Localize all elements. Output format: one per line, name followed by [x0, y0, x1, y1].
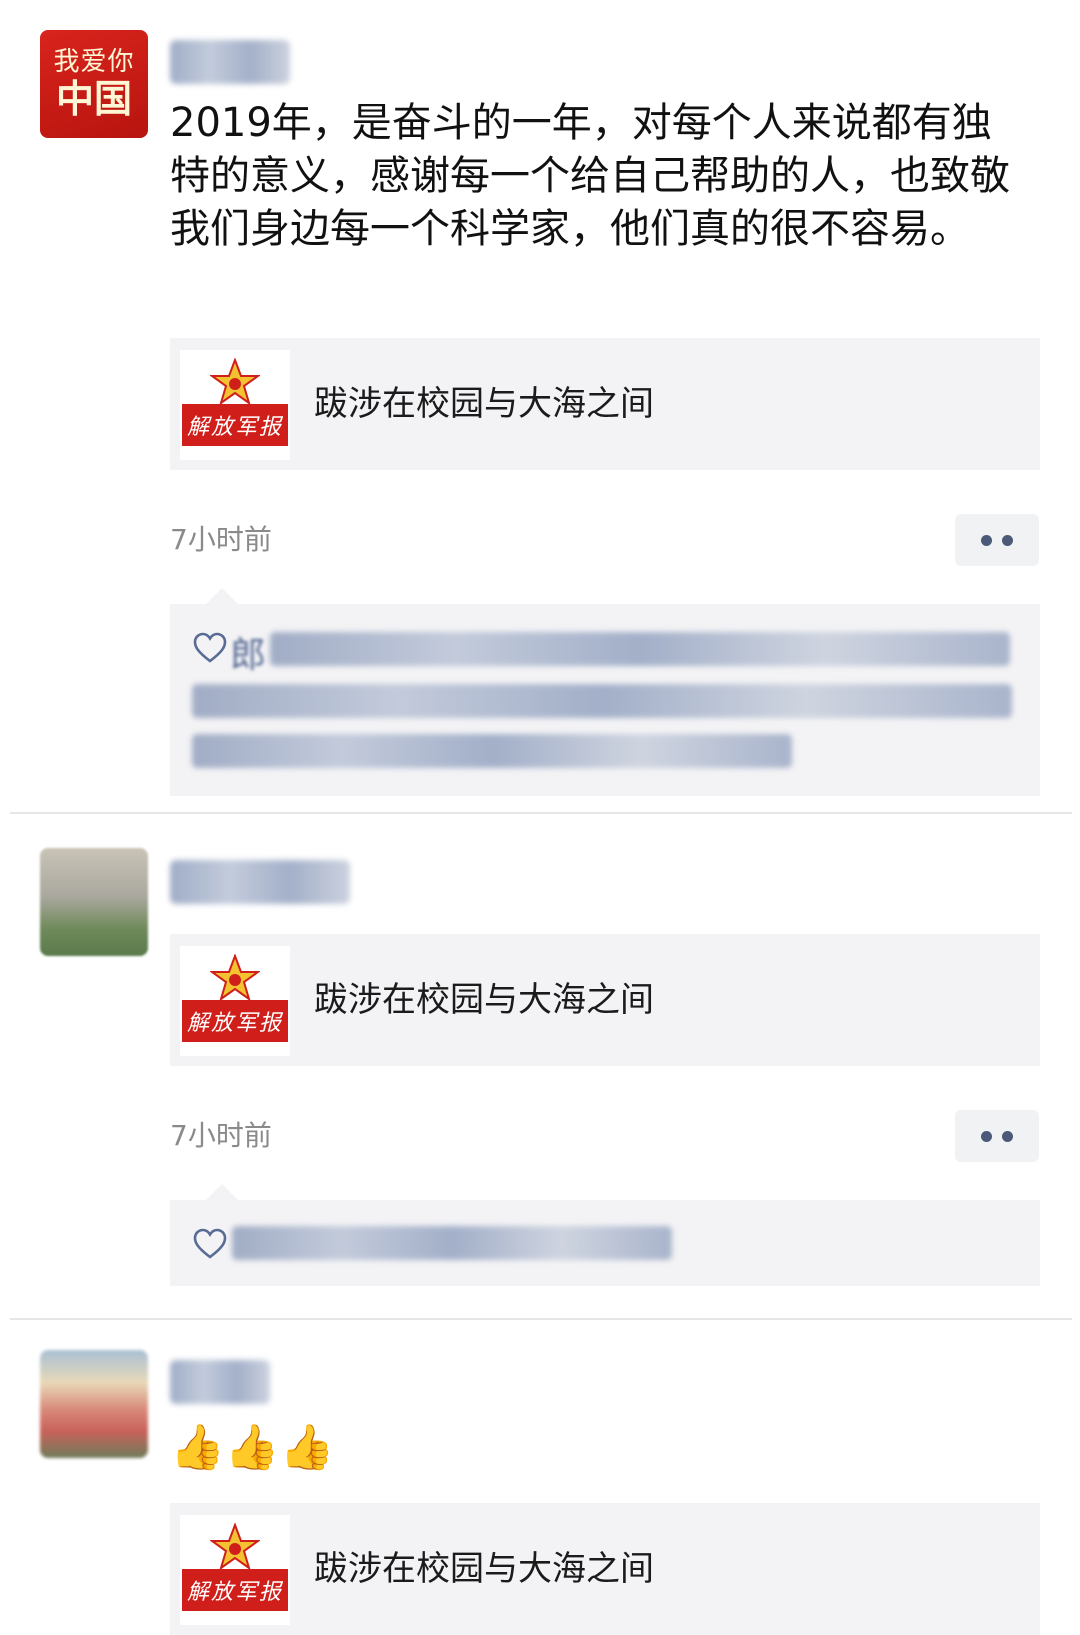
more-button[interactable]	[955, 514, 1039, 566]
more-dots-icon	[1002, 534, 1013, 546]
heart-outline-icon	[193, 1228, 227, 1259]
link-card[interactable]: 解放军报 跋涉在校园与大海之间	[170, 1503, 1040, 1635]
moment-post-1: 我爱你 中国 2019年，是奋斗的一年，对每个人来说都有独特的意义，感谢每一个给…	[0, 0, 1080, 796]
timestamp: 7小时前	[170, 1119, 272, 1152]
link-title: 跋涉在校园与大海之间	[314, 1549, 654, 1589]
avatar-text: 我爱你	[53, 47, 135, 77]
star-emblem-icon	[211, 955, 259, 1000]
logo-text: 解放军报	[182, 1569, 288, 1611]
author-name-blurred[interactable]	[170, 40, 290, 84]
liker-names-blurred[interactable]	[270, 632, 1010, 666]
timestamp: 7小时前	[170, 523, 272, 556]
avatar[interactable]	[40, 1350, 148, 1458]
author-name-blurred[interactable]	[170, 1360, 270, 1404]
likes-box: 郎	[170, 588, 1040, 796]
link-thumbnail: 解放军报	[180, 350, 290, 460]
logo-text: 解放军报	[182, 404, 288, 446]
more-button[interactable]	[955, 1110, 1039, 1162]
more-dots-icon	[981, 534, 992, 546]
avatar[interactable]: 我爱你 中国	[40, 30, 148, 138]
star-emblem-icon	[211, 1524, 259, 1569]
liker-names-blurred[interactable]	[192, 684, 1012, 718]
more-dots-icon	[981, 1130, 992, 1142]
likes-box	[170, 1184, 1040, 1286]
logo-text: 解放军报	[182, 1000, 288, 1042]
liker-names-blurred[interactable]	[192, 734, 792, 768]
more-dots-icon	[1002, 1130, 1013, 1142]
star-emblem-icon	[211, 359, 259, 404]
link-title: 跋涉在校园与大海之间	[314, 980, 654, 1020]
thumbs-up-icon: 👍👍👍	[170, 1422, 335, 1473]
liker-name[interactable]: 郎	[230, 626, 266, 678]
avatar[interactable]	[40, 848, 148, 956]
divider	[10, 1318, 1072, 1320]
link-thumbnail: 解放军报	[180, 946, 290, 1056]
liker-names-blurred[interactable]	[232, 1226, 672, 1260]
heart-outline-icon	[193, 632, 227, 663]
link-thumbnail: 解放军报	[180, 1515, 290, 1625]
link-card[interactable]: 解放军报 跋涉在校园与大海之间	[170, 934, 1040, 1066]
divider	[10, 812, 1072, 814]
link-title: 跋涉在校园与大海之间	[314, 384, 654, 424]
avatar-text: 中国	[55, 76, 132, 121]
post-text: 2019年，是奋斗的一年，对每个人来说都有独特的意义，感谢每一个给自己帮助的人，…	[170, 100, 1010, 252]
link-card[interactable]: 解放军报 跋涉在校园与大海之间	[170, 338, 1040, 470]
author-name-blurred[interactable]	[170, 860, 350, 904]
